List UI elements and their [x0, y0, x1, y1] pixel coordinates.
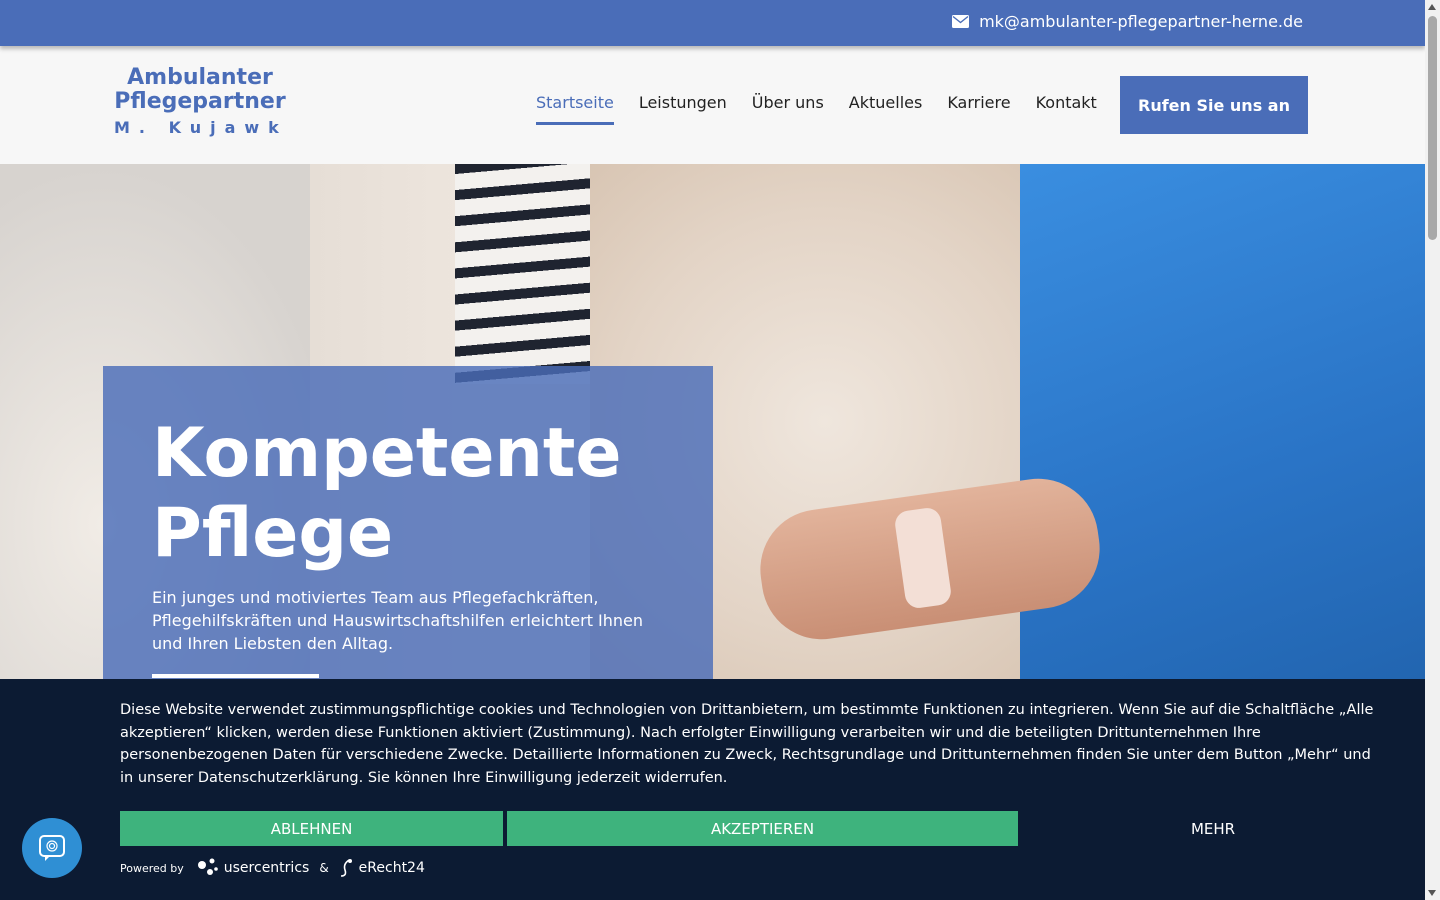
cookie-text: Diese Website verwendet zustimmungspflic…	[120, 702, 1374, 786]
hero-card: Kompetente Pflege Ein junges und motivie…	[103, 366, 713, 686]
erecht24-brand[interactable]: eRecht24	[359, 860, 425, 876]
hero-text: Ein junges und motiviertes Team aus Pfle…	[152, 588, 644, 653]
nav-item-kontakt[interactable]: Kontakt	[1036, 93, 1097, 125]
fingerprint-chat-icon	[39, 835, 65, 861]
hero-title-line1: Kompetente	[152, 414, 622, 493]
nav-item-leistungen[interactable]: Leistungen	[639, 93, 727, 125]
nav-item-aktuelles[interactable]: Aktuelles	[849, 93, 923, 125]
top-contact-bar: mk@ambulanter-pflegepartner-herne.de	[0, 0, 1425, 46]
cookie-banner: Diese Website verwendet zustimmungspflic…	[0, 679, 1425, 900]
logo-line1: Ambulanter	[127, 66, 273, 90]
ampersand: &	[319, 861, 329, 875]
hero-title: Kompetente Pflege	[152, 414, 622, 574]
nav-item-karriere[interactable]: Karriere	[947, 93, 1010, 125]
hero-image-striped-shirt	[455, 164, 605, 384]
privacy-settings-button[interactable]	[22, 818, 82, 878]
email-text[interactable]: mk@ambulanter-pflegepartner-herne.de	[979, 12, 1303, 31]
more-button[interactable]: MEHR	[1020, 811, 1406, 846]
envelope-icon	[952, 15, 970, 28]
call-us-button[interactable]: Rufen Sie uns an	[1120, 76, 1308, 134]
usercentrics-logo-icon	[197, 858, 218, 875]
logo-line2: Pflegepartner	[114, 89, 286, 114]
accept-button[interactable]: AKZEPTIEREN	[507, 811, 1018, 846]
hero-button[interactable]	[152, 674, 319, 678]
email-link[interactable]: mk@ambulanter-pflegepartner-herne.de	[952, 12, 1303, 31]
nav-item-startseite[interactable]: Startseite	[536, 93, 614, 125]
site-header: Ambulanter Pflegepartner M. Kujawka Star…	[0, 46, 1425, 164]
usercentrics-brand[interactable]: usercentrics	[224, 860, 310, 876]
page-scrollbar[interactable]	[1425, 0, 1440, 900]
hero-image-nurse-scrubs	[1020, 164, 1425, 679]
powered-by-label: Powered by	[120, 861, 184, 875]
nav-item-ueber-uns[interactable]: Über uns	[752, 93, 824, 125]
decline-button[interactable]: ABLEHNEN	[120, 811, 503, 846]
main-nav: Startseite Leistungen Über uns Aktuelles…	[536, 93, 1122, 125]
scroll-thumb[interactable]	[1428, 16, 1437, 240]
scroll-down-icon[interactable]	[1428, 890, 1436, 896]
logo-line3: M. Kujawka	[114, 118, 288, 137]
scroll-up-icon[interactable]	[1428, 4, 1436, 10]
erecht24-logo-icon	[340, 859, 352, 877]
hero-title-line2: Pflege	[152, 494, 394, 573]
powered-by: Powered by usercentrics & eRecht24	[120, 857, 425, 879]
logo[interactable]: Ambulanter Pflegepartner M. Kujawka	[112, 66, 288, 137]
